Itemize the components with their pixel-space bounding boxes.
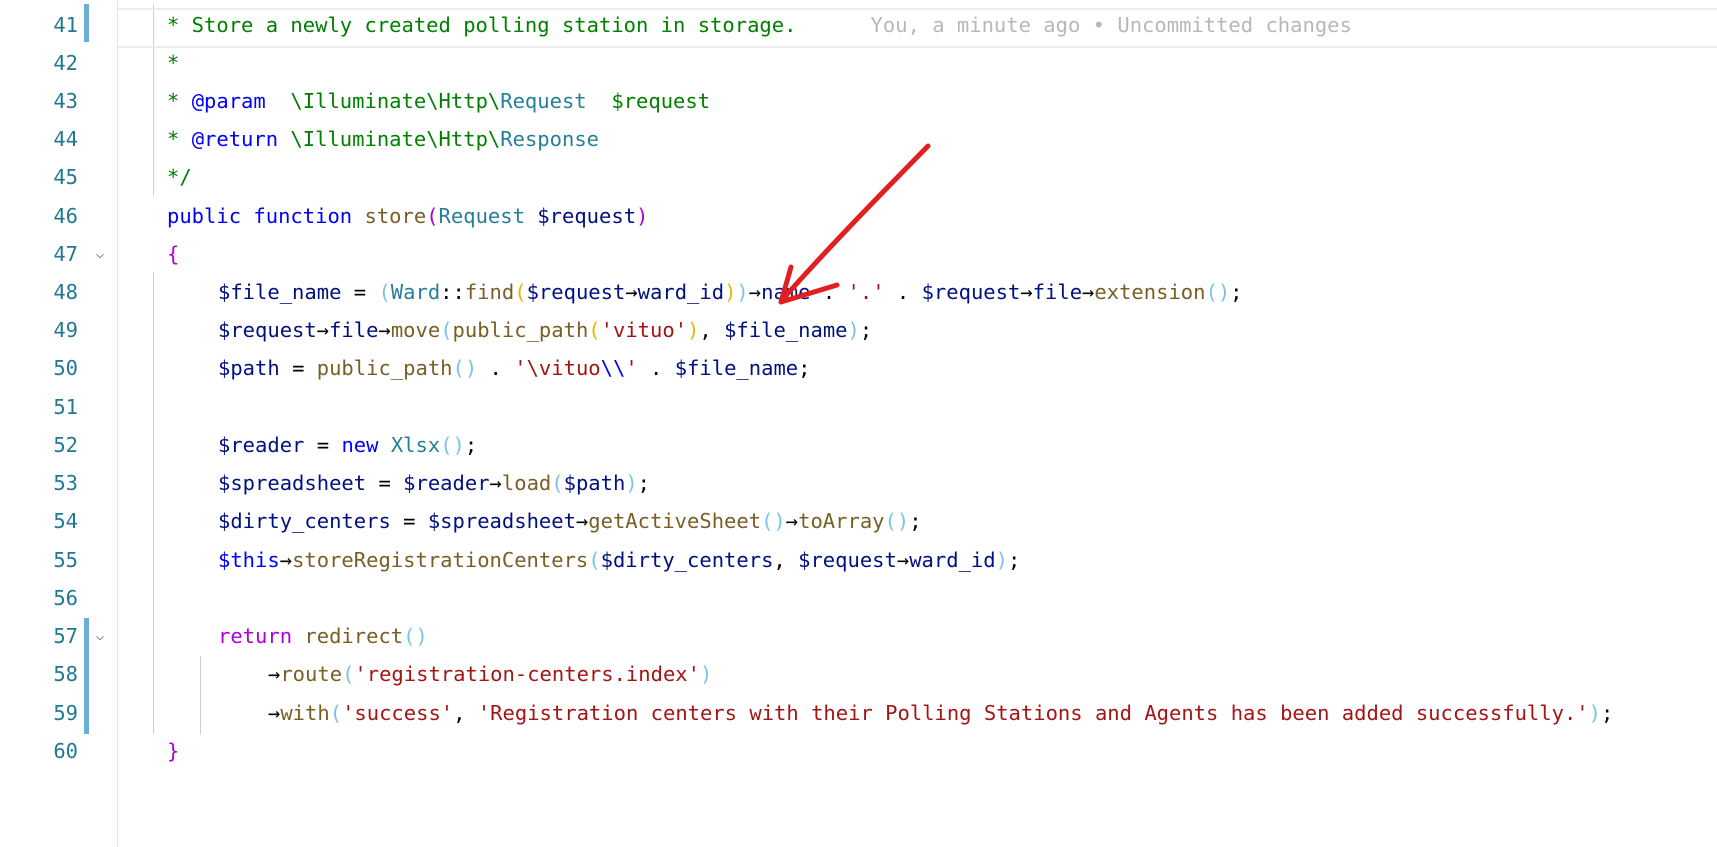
line-number: 47 [53, 242, 78, 266]
line-number: 44 [53, 127, 78, 151]
code-line-58[interactable]: 58 →route('registration-centers.index') [0, 653, 1717, 695]
line-number: 52 [53, 433, 78, 457]
code-line-41[interactable]: 41 * Store a newly created polling stati… [0, 4, 1717, 48]
code-text: $path = public_path() . '\vituo\\' . $fi… [218, 356, 811, 380]
code-text: * @param \Illuminate\Http\Request $reque… [167, 89, 711, 113]
chevron-down-icon[interactable]: ⌵ [92, 246, 108, 262]
code-line-47[interactable]: 47 ⌵ { [0, 233, 1717, 275]
git-blame-annotation: You, a minute ago • Uncommitted changes [870, 13, 1352, 37]
line-number: 50 [53, 356, 78, 380]
code-line-57[interactable]: 57 ⌵ return redirect() [0, 615, 1717, 657]
code-line-44[interactable]: 44 * @return \Illuminate\Http\Response [0, 118, 1717, 160]
code-text: * [167, 51, 180, 75]
code-text: $this→storeRegistrationCenters($dirty_ce… [218, 548, 1021, 572]
line-number: 59 [53, 701, 78, 725]
code-text: */ [167, 165, 192, 189]
line-number: 56 [53, 586, 78, 610]
line-number: 60 [53, 739, 78, 763]
line-number: 43 [53, 89, 78, 113]
code-line-51[interactable]: 51 [0, 386, 1717, 428]
code-text: $spreadsheet = $reader→load($path); [218, 471, 651, 495]
code-line-49[interactable]: 49 $request→file→move(public_path('vituo… [0, 309, 1717, 351]
code-line-50[interactable]: 50 $path = public_path() . '\vituo\\' . … [0, 347, 1717, 389]
code-editor[interactable]: 41 * Store a newly created polling stati… [0, 0, 1717, 847]
line-number: 57 [53, 624, 78, 648]
code-line-54[interactable]: 54 $dirty_centers = $spreadsheet→getActi… [0, 500, 1717, 542]
code-text: $reader = new Xlsx(); [218, 433, 478, 457]
code-text: return redirect() [218, 624, 428, 648]
line-number: 42 [53, 51, 78, 75]
line-number: 49 [53, 318, 78, 342]
code-line-56[interactable]: 56 [0, 577, 1717, 619]
code-text: { [167, 242, 180, 266]
line-number: 53 [53, 471, 78, 495]
code-text: →route('registration-centers.index') [268, 662, 713, 686]
code-line-55[interactable]: 55 $this→storeRegistrationCenters($dirty… [0, 539, 1717, 581]
line-number: 55 [53, 548, 78, 572]
code-text: } [167, 739, 180, 763]
code-line-42[interactable]: 42 * [0, 42, 1717, 84]
code-line-52[interactable]: 52 $reader = new Xlsx(); [0, 424, 1717, 466]
line-number: 51 [53, 395, 78, 419]
code-text: $file_name = (Ward::find($request→ward_i… [218, 280, 1243, 304]
line-number: 46 [53, 204, 78, 228]
code-line-53[interactable]: 53 $spreadsheet = $reader→load($path); [0, 462, 1717, 504]
chevron-down-icon[interactable]: ⌵ [92, 628, 108, 644]
code-line-60[interactable]: 60 } [0, 730, 1717, 772]
line-number: 45 [53, 165, 78, 189]
code-text: * Store a newly created polling station … [167, 13, 1352, 37]
code-text: * @return \Illuminate\Http\Response [167, 127, 600, 151]
code-text: $request→file→move(public_path('vituo'),… [218, 318, 873, 342]
line-number: 41 [53, 13, 78, 37]
code-line-46[interactable]: 46 public function store(Request $reques… [0, 195, 1717, 237]
line-number: 58 [53, 662, 78, 686]
line-number: 48 [53, 280, 78, 304]
code-line-59[interactable]: 59 →with('success', 'Registration center… [0, 692, 1717, 734]
code-line-43[interactable]: 43 * @param \Illuminate\Http\Request $re… [0, 80, 1717, 122]
line-number: 54 [53, 509, 78, 533]
code-text: →with('success', 'Registration centers w… [268, 701, 1614, 725]
code-line-45[interactable]: 45 */ [0, 156, 1717, 198]
code-text: $dirty_centers = $spreadsheet→getActiveS… [218, 509, 922, 533]
code-text: public function store(Request $request) [167, 204, 649, 228]
code-line-48[interactable]: 48 $file_name = (Ward::find($request→war… [0, 271, 1717, 313]
